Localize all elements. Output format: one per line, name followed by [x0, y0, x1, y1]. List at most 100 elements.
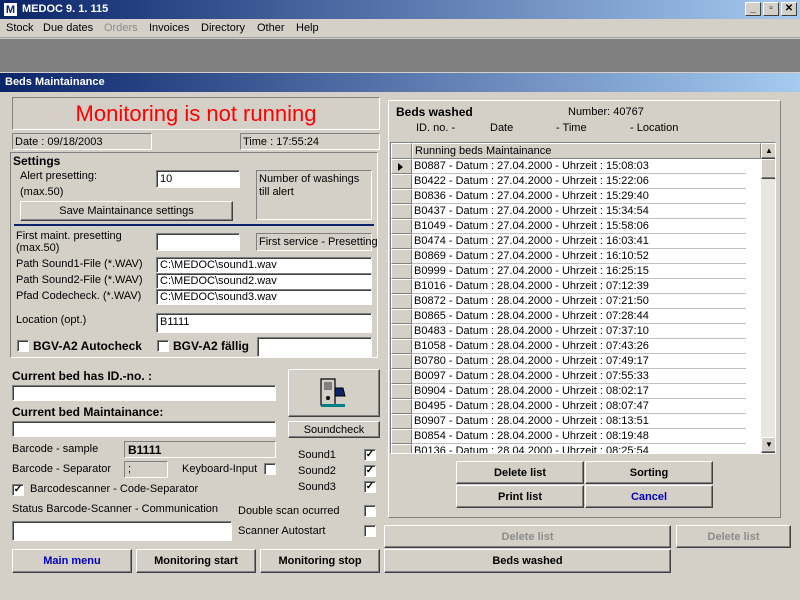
minimize-icon[interactable]: _	[745, 2, 761, 16]
table-row[interactable]: B1049 - Datum : 27.04.2000 - Uhrzeit : 1…	[391, 219, 746, 234]
table-row[interactable]: B0869 - Datum : 27.04.2000 - Uhrzeit : 1…	[391, 249, 746, 264]
main-menu-button[interactable]: Main menu	[12, 549, 132, 573]
maximize-icon[interactable]: ▫	[763, 2, 779, 16]
menu-help[interactable]: Help	[296, 22, 319, 34]
row-selector[interactable]	[391, 249, 412, 264]
close-icon[interactable]: ✕	[781, 2, 797, 16]
sorting-button[interactable]: Sorting	[585, 461, 713, 484]
scanner-autostart-checkbox[interactable]	[364, 525, 376, 537]
table-row[interactable]: B0422 - Datum : 27.04.2000 - Uhrzeit : 1…	[391, 174, 746, 189]
table-row[interactable]: B0136 - Datum : 28.04.2000 - Uhrzeit : 0…	[391, 444, 746, 453]
row-selector[interactable]	[391, 309, 412, 324]
status-scanner-label: Status Barcode-Scanner - Communication	[12, 503, 219, 515]
menu-directory[interactable]: Directory	[201, 22, 245, 34]
table-row[interactable]: B0887 - Datum : 27.04.2000 - Uhrzeit : 1…	[391, 159, 746, 174]
current-bed-maint-input[interactable]	[12, 421, 276, 437]
table-row[interactable]: B0097 - Datum : 28.04.2000 - Uhrzeit : 0…	[391, 369, 746, 384]
menu-other[interactable]: Other	[257, 22, 285, 34]
row-selector[interactable]	[391, 234, 412, 249]
row-selector[interactable]	[391, 159, 412, 174]
monitoring-stop-button[interactable]: Monitoring stop	[260, 549, 380, 573]
table-row[interactable]: B0780 - Datum : 28.04.2000 - Uhrzeit : 0…	[391, 354, 746, 369]
table-row[interactable]: B0872 - Datum : 28.04.2000 - Uhrzeit : 0…	[391, 294, 746, 309]
soundcheck-button[interactable]: Soundcheck	[288, 421, 380, 438]
table-row[interactable]: B0865 - Datum : 28.04.2000 - Uhrzeit : 0…	[391, 309, 746, 324]
sound2-path-input[interactable]: C:\MEDOC\sound2.wav	[156, 273, 372, 289]
sound2-checkbox[interactable]: ✓	[364, 465, 376, 477]
sound1-checkbox[interactable]: ✓	[364, 449, 376, 461]
save-maintainance-settings-button[interactable]: Save Maintainance settings	[20, 201, 233, 221]
row-selector[interactable]	[391, 264, 412, 279]
washed-list[interactable]: Running beds Maintainance B0887 - Datum …	[390, 142, 776, 454]
row-text: B0887 - Datum : 27.04.2000 - Uhrzeit : 1…	[412, 159, 746, 174]
bgv-autocheck-checkbox[interactable]	[17, 340, 29, 352]
bgv-faellig-checkbox[interactable]	[157, 340, 169, 352]
row-selector[interactable]	[391, 414, 412, 429]
barcodescanner-checkbox[interactable]: ✓	[12, 484, 24, 496]
table-row[interactable]: B0836 - Datum : 27.04.2000 - Uhrzeit : 1…	[391, 189, 746, 204]
row-selector[interactable]	[391, 369, 412, 384]
double-scan-checkbox[interactable]	[364, 505, 376, 517]
table-row[interactable]: B0483 - Datum : 28.04.2000 - Uhrzeit : 0…	[391, 324, 746, 339]
delete-list-small-button[interactable]: Delete list	[676, 525, 791, 548]
current-row-arrow-icon	[398, 163, 403, 171]
row-selector[interactable]	[391, 324, 412, 339]
row-selector[interactable]	[391, 219, 412, 234]
print-list-button[interactable]: Print list	[456, 485, 584, 508]
row-selector[interactable]	[391, 354, 412, 369]
scroll-up-icon[interactable]: ▲	[761, 143, 775, 159]
table-row[interactable]: B0904 - Datum : 28.04.2000 - Uhrzeit : 0…	[391, 384, 746, 399]
menu-stock[interactable]: Stock	[6, 22, 34, 34]
row-selector[interactable]	[391, 174, 412, 189]
sound1-path-input[interactable]: C:\MEDOC\sound1.wav	[156, 257, 372, 273]
row-selector[interactable]	[391, 294, 412, 309]
row-selector[interactable]	[391, 384, 412, 399]
table-row[interactable]: B0999 - Datum : 27.04.2000 - Uhrzeit : 1…	[391, 264, 746, 279]
scroll-down-icon[interactable]: ▼	[761, 437, 775, 453]
table-row[interactable]: B0907 - Datum : 28.04.2000 - Uhrzeit : 0…	[391, 414, 746, 429]
first-maint-label: First maint. presetting	[16, 230, 122, 242]
table-row[interactable]: B0437 - Datum : 27.04.2000 - Uhrzeit : 1…	[391, 204, 746, 219]
delete-list-large-button[interactable]: Delete list	[384, 525, 671, 548]
menu-invoices[interactable]: Invoices	[149, 22, 189, 34]
current-bed-id-input[interactable]	[12, 385, 276, 401]
cancel-button[interactable]: Cancel	[585, 485, 713, 508]
scanner-image-button[interactable]	[288, 369, 380, 417]
row-text: B0495 - Datum : 28.04.2000 - Uhrzeit : 0…	[412, 399, 746, 414]
row-selector[interactable]	[391, 339, 412, 354]
menu-orders[interactable]: Orders	[104, 22, 138, 34]
washed-number: Number: 40767	[568, 106, 644, 118]
table-row[interactable]: B0854 - Datum : 28.04.2000 - Uhrzeit : 0…	[391, 429, 746, 444]
row-text: B0097 - Datum : 28.04.2000 - Uhrzeit : 0…	[412, 369, 746, 384]
scroll-thumb[interactable]	[761, 159, 775, 179]
menu-due-dates[interactable]: Due dates	[43, 22, 93, 34]
row-selector[interactable]	[391, 204, 412, 219]
keyboard-input-checkbox[interactable]	[264, 463, 276, 475]
location-input[interactable]: B1111	[156, 313, 372, 333]
row-text: B0904 - Datum : 28.04.2000 - Uhrzeit : 0…	[412, 384, 746, 399]
table-row[interactable]: B1058 - Datum : 28.04.2000 - Uhrzeit : 0…	[391, 339, 746, 354]
monitoring-start-button[interactable]: Monitoring start	[136, 549, 256, 573]
beds-washed-header: Beds washed	[396, 105, 473, 119]
bgv-faellig-input[interactable]	[257, 337, 372, 357]
row-selector[interactable]	[391, 399, 412, 414]
row-selector[interactable]	[391, 279, 412, 294]
row-text: B0872 - Datum : 28.04.2000 - Uhrzeit : 0…	[412, 294, 746, 309]
first-maint-input[interactable]	[156, 233, 240, 251]
row-text: B0474 - Datum : 27.04.2000 - Uhrzeit : 1…	[412, 234, 746, 249]
table-row[interactable]: B0474 - Datum : 27.04.2000 - Uhrzeit : 1…	[391, 234, 746, 249]
sound3-checkbox[interactable]: ✓	[364, 481, 376, 493]
list-scrollbar[interactable]: ▲ ▼	[761, 143, 775, 453]
status-scanner-input[interactable]	[12, 521, 232, 541]
delete-list-button[interactable]: Delete list	[456, 461, 584, 484]
row-selector[interactable]	[391, 429, 412, 444]
row-selector[interactable]	[391, 444, 412, 453]
beds-washed-button[interactable]: Beds washed	[384, 549, 671, 573]
alert-presetting-input[interactable]: 10	[156, 170, 240, 188]
row-text: B0836 - Datum : 27.04.2000 - Uhrzeit : 1…	[412, 189, 746, 204]
codecheck-path-input[interactable]: C:\MEDOC\sound3.wav	[156, 289, 372, 305]
row-text: B0483 - Datum : 28.04.2000 - Uhrzeit : 0…	[412, 324, 746, 339]
table-row[interactable]: B1016 - Datum : 28.04.2000 - Uhrzeit : 0…	[391, 279, 746, 294]
table-row[interactable]: B0495 - Datum : 28.04.2000 - Uhrzeit : 0…	[391, 399, 746, 414]
row-selector[interactable]	[391, 189, 412, 204]
